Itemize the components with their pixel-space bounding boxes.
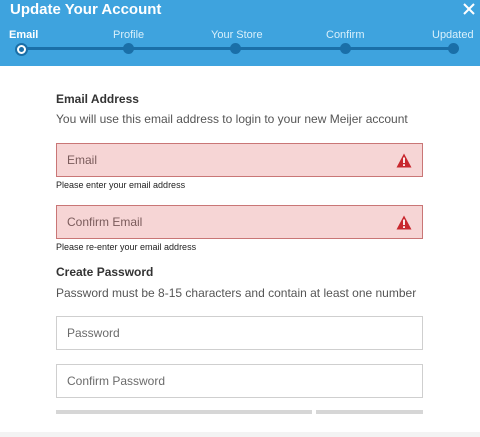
confirm-password-input[interactable] [57, 365, 422, 397]
warning-icon [396, 153, 412, 168]
password-section-description: Password must be 8-15 characters and con… [56, 286, 417, 300]
confirm-email-error-message: Please re-enter your email address [56, 242, 197, 252]
password-strength-bar [316, 410, 423, 414]
password-strength-bar [56, 410, 312, 414]
email-error-message: Please enter your email address [56, 180, 186, 190]
confirm-password-field[interactable] [56, 364, 423, 398]
password-section-title: Create Password [56, 265, 154, 279]
step-dot-profile [123, 43, 134, 54]
step-label-your-store: Your Store [211, 29, 263, 41]
confirm-email-input[interactable] [57, 206, 422, 238]
step-dot-your-store [230, 43, 241, 54]
step-label-updated: Updated [432, 29, 474, 41]
email-section-description: You will use this email address to login… [56, 112, 408, 126]
warning-icon [396, 215, 412, 230]
close-icon[interactable] [460, 0, 478, 18]
email-section-title: Email Address [56, 92, 139, 106]
email-field[interactable] [56, 143, 423, 177]
dialog-title: Update Your Account [10, 1, 162, 18]
email-input[interactable] [57, 144, 422, 176]
step-dot-email [15, 43, 28, 56]
dialog-header: Update Your Account Email Profile Your S… [0, 0, 480, 66]
password-field[interactable] [56, 316, 423, 350]
step-label-profile: Profile [113, 29, 145, 41]
step-label-confirm: Confirm [326, 29, 365, 41]
password-input[interactable] [57, 317, 422, 349]
step-dot-confirm [340, 43, 351, 54]
step-dot-updated [448, 43, 459, 54]
step-label-email: Email [9, 29, 39, 41]
confirm-email-field[interactable] [56, 205, 423, 239]
